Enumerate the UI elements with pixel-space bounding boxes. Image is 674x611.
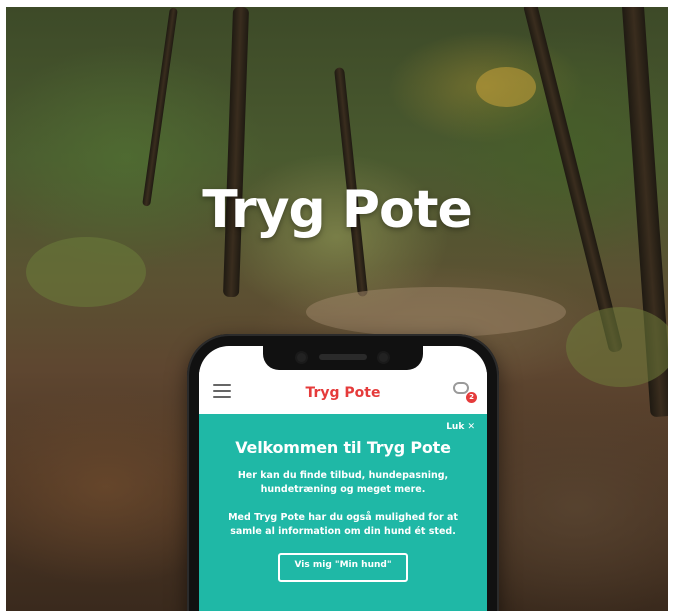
camera-icon <box>297 353 306 362</box>
leaves <box>476 67 536 107</box>
leaves <box>26 237 146 307</box>
leaves <box>566 307 668 387</box>
phone-screen: Tryg Pote 2 Luk ✕ Velkommen til Tryg Pot… <box>199 346 487 611</box>
app-title: Tryg Pote <box>305 385 381 401</box>
speaker-grille <box>319 354 367 360</box>
app-header: Tryg Pote 2 <box>199 372 487 414</box>
chat-icon[interactable]: 2 <box>453 382 477 403</box>
show-my-dog-button[interactable]: Vis mig "Min hund" <box>278 553 408 582</box>
welcome-text-2: Med Tryg Pote har du også mulighed for a… <box>228 512 458 537</box>
welcome-text-1: Her kan du finde tilbud, hundepasning, h… <box>237 470 449 495</box>
tree-trunk <box>142 7 178 207</box>
hero-title: Tryg Pote <box>202 180 473 240</box>
phone-notch <box>263 346 423 370</box>
welcome-heading: Velkommen til Tryg Pote <box>235 438 451 457</box>
forest-path <box>306 287 566 337</box>
sensor-icon <box>379 353 388 362</box>
close-button[interactable]: Luk ✕ <box>446 422 475 432</box>
phone-mockup: Tryg Pote 2 Luk ✕ Velkommen til Tryg Pot… <box>187 334 499 611</box>
tree-trunk <box>222 7 250 298</box>
welcome-panel: Luk ✕ Velkommen til Tryg Pote Her kan du… <box>199 414 487 611</box>
notification-badge: 2 <box>466 392 477 403</box>
hamburger-menu-icon[interactable] <box>213 384 231 398</box>
